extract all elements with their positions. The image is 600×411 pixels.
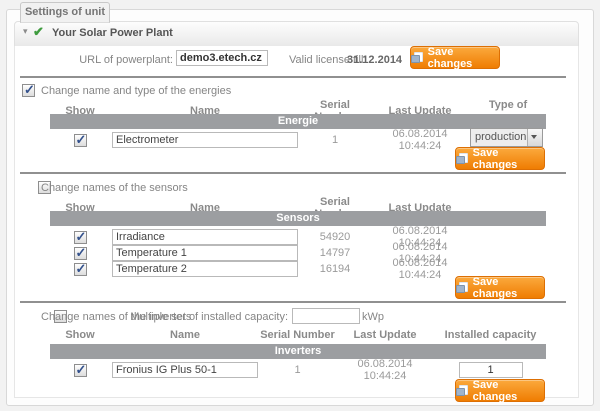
installed-capacity-input[interactable] [459, 362, 523, 378]
save-button-label: Save changes [473, 379, 544, 403]
save-button-label: Save changes [428, 46, 499, 70]
inverter-name-input[interactable] [112, 362, 258, 378]
sensor-name-input[interactable] [112, 261, 298, 277]
powerplant-url-input[interactable] [176, 50, 268, 66]
save-changes-button-inverters[interactable]: Save changes [455, 379, 545, 402]
content-stage: URL of powerplant: Valid license till: 3… [0, 0, 600, 411]
energies-group-bar: Energie [50, 114, 546, 129]
capacity-multi-input[interactable] [292, 308, 360, 324]
show-checkbox[interactable] [74, 364, 87, 377]
section-divider [20, 301, 566, 303]
energies-section-checkbox[interactable] [22, 84, 35, 97]
table-row-sensor: 16194 06.08.2014 10:44:24 [50, 257, 546, 274]
show-checkbox[interactable] [74, 134, 87, 147]
update-value: 06.08.2014 10:44:24 [335, 358, 435, 382]
capacity-unit-label: kWp [362, 311, 384, 323]
inverters-group-bar: Inverters [50, 344, 546, 359]
show-checkbox[interactable] [74, 263, 87, 276]
license-value: 31.12.2014 [347, 54, 402, 66]
col-serial: Serial Number [260, 329, 335, 341]
col-capacity: Installed capacity [435, 329, 546, 341]
table-row-sensor: 14797 06.08.2014 10:44:24 [50, 241, 546, 258]
save-icon [456, 385, 468, 396]
col-show: Show [50, 329, 110, 341]
serial-value: 16194 [300, 263, 370, 275]
serial-value: 1 [300, 134, 370, 146]
save-button-label: Save changes [473, 276, 544, 300]
table-row-inverter: 1 06.08.2014 10:44:24 [50, 358, 546, 377]
section-divider [20, 76, 566, 78]
save-changes-button-sensors[interactable]: Save changes [455, 276, 545, 299]
url-label: URL of powerplant: [60, 54, 173, 66]
sensors-section-label: Change names of the sensors [41, 182, 188, 194]
serial-value: 1 [260, 364, 335, 376]
chevron-down-icon[interactable] [527, 129, 542, 146]
col-update: Last Update [335, 329, 435, 341]
save-changes-button-general[interactable]: Save changes [410, 46, 500, 69]
col-name: Name [110, 329, 260, 341]
save-changes-button-energies[interactable]: Save changes [455, 147, 545, 170]
energies-section-label: Change name and type of the energies [41, 85, 231, 97]
save-icon [411, 52, 423, 63]
type-of-energy-select[interactable]: production [470, 128, 543, 147]
capacity-multi-label: Multiple set of installed capacity: [130, 311, 288, 323]
save-icon [456, 282, 468, 293]
inverters-header-row: Show Name Serial Number Last Update Inst… [50, 329, 546, 341]
section-divider [20, 172, 566, 174]
sensors-group-bar: Sensors [50, 211, 546, 226]
save-icon [456, 153, 468, 164]
select-value: production [475, 131, 526, 143]
save-button-label: Save changes [473, 147, 544, 171]
energy-name-input[interactable] [112, 132, 298, 148]
table-row-sensor: 54920 06.08.2014 10:44:24 [50, 225, 546, 242]
